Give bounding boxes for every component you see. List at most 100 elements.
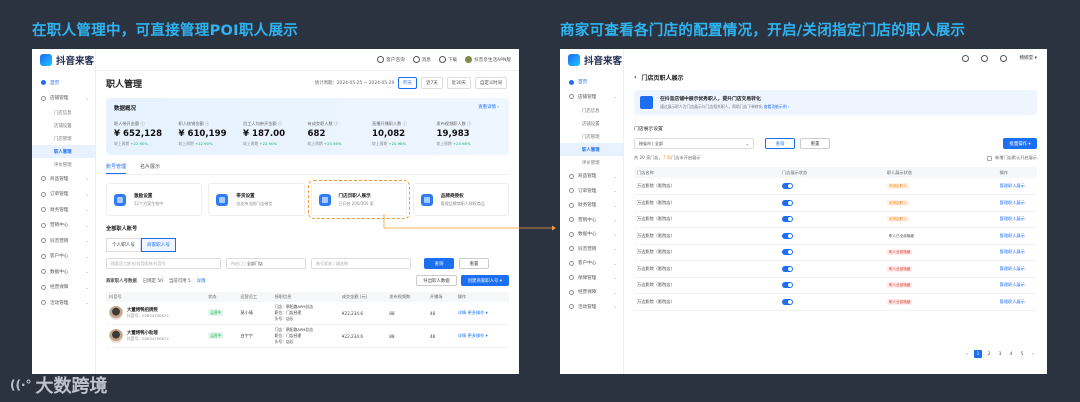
- user-menu[interactable]: 抖音亲生活APN版: [465, 56, 511, 63]
- back-arrow-icon[interactable]: ‹: [634, 74, 636, 81]
- segment-merchant[interactable]: 商家职人号: [140, 238, 176, 252]
- sidebar-sub-item[interactable]: 门店信息: [32, 106, 95, 119]
- example-link[interactable]: 查看功能示例 ›: [764, 104, 790, 109]
- manage-staff-link[interactable]: 管理职人展示: [1000, 282, 1025, 287]
- sidebar-item[interactable]: 客户中心 ⌄: [560, 256, 623, 271]
- sidebar-item[interactable]: 商品管理 ⌄: [32, 171, 95, 187]
- customer-service-button[interactable]: 客户咨询: [377, 56, 405, 63]
- manage-staff-link[interactable]: 管理职人展示: [1000, 200, 1025, 205]
- date-chip-custom[interactable]: 自定义时间: [475, 77, 507, 89]
- sidebar-item[interactable]: 抖音营销 ⌄: [32, 233, 95, 249]
- tab-account[interactable]: 账号管理: [106, 163, 127, 174]
- display-toggle[interactable]: [782, 199, 794, 206]
- sidebar-sub-item[interactable]: 评价管理: [560, 156, 623, 169]
- sidebar-sub-item[interactable]: 职人管理: [32, 145, 95, 158]
- sidebar-item[interactable]: 首页: [32, 75, 95, 91]
- staff-status-badge: 职人全部隐藏: [886, 249, 913, 256]
- date-chip-yesterday[interactable]: 昨天: [398, 77, 418, 89]
- search-input[interactable]: 搜索员工姓名/抖音昵称/抖音号: [106, 258, 221, 269]
- staff-cell: 白宁宁: [237, 324, 272, 348]
- sidebar-item[interactable]: 店铺管理 ⌄: [32, 91, 95, 107]
- manage-staff-link[interactable]: 管理职人展示: [1000, 249, 1025, 254]
- display-toggle[interactable]: [782, 265, 794, 272]
- date-chip-30d[interactable]: 近30天: [446, 77, 472, 89]
- feature-card[interactable]: 激励设置 32个方案生效中: [106, 183, 203, 216]
- manage-staff-link[interactable]: 管理职人展示: [1000, 233, 1025, 238]
- sidebar-sub-item[interactable]: 门店信息: [560, 104, 623, 117]
- display-toggle[interactable]: [782, 216, 794, 223]
- feature-card[interactable]: 带货设置 仅支持当前门店带货: [208, 183, 305, 216]
- display-toggle[interactable]: [782, 249, 794, 256]
- user-menu[interactable]: 杨婉莹 ▾: [1019, 55, 1037, 61]
- tab-bar: 账号管理 名片展示: [106, 163, 509, 175]
- page-item[interactable]: 2: [985, 350, 993, 358]
- manage-staff-link[interactable]: 管理职人展示: [1000, 266, 1025, 271]
- overview-more-link[interactable]: 查看详情 ›: [478, 104, 499, 110]
- page-item[interactable]: 1: [974, 350, 982, 358]
- stat-label: 职人带开金额 ⓘ: [114, 121, 145, 126]
- sidebar-sub-item[interactable]: 评价管理: [32, 158, 95, 171]
- create-account-button[interactable]: 创建商家职人号 ▾: [460, 275, 509, 286]
- manage-staff-link[interactable]: 管理职人展示: [1000, 216, 1025, 221]
- sidebar-sub-item[interactable]: 职人管理: [560, 143, 623, 156]
- notice-button[interactable]: 消息: [412, 56, 431, 63]
- manage-staff-link[interactable]: 管理职人展示: [1000, 183, 1025, 188]
- feature-card[interactable]: 门店页职人展示 已开启 200/300 家: [307, 180, 410, 219]
- row-actions[interactable]: 详情 更多操作 ▾: [458, 333, 488, 338]
- display-toggle[interactable]: [782, 282, 794, 289]
- export-button[interactable]: 导出职人数据: [416, 275, 457, 286]
- feature-card[interactable]: 品牌商授权 管理品牌商职人授权商品: [412, 183, 509, 216]
- sidebar-item[interactable]: 首页: [560, 75, 623, 90]
- sidebar-sub-item[interactable]: 店铺设置: [560, 117, 623, 130]
- segment-personal[interactable]: 个人职人号: [106, 238, 141, 252]
- page-item[interactable]: ›: [1029, 350, 1037, 358]
- sidebar-item[interactable]: 订单管理 ⌄: [32, 187, 95, 203]
- display-toggle[interactable]: [782, 298, 794, 305]
- sidebar-sub-item[interactable]: 门店管理: [560, 130, 623, 143]
- sidebar-item[interactable]: 店铺管理 ⌄: [560, 90, 623, 105]
- query-button[interactable]: 查询: [765, 138, 795, 149]
- sidebar-item[interactable]: 财务管理 ⌄: [560, 198, 623, 213]
- headset-icon[interactable]: [1000, 54, 1008, 62]
- sidebar-sub-item[interactable]: 门店管理: [32, 132, 95, 145]
- download-icon[interactable]: [962, 54, 970, 62]
- sidebar-item[interactable]: 保障管理 ⌄: [560, 271, 623, 286]
- reset-button[interactable]: 重置: [459, 258, 489, 269]
- sidebar-item[interactable]: 商品管理 ⌄: [560, 169, 623, 184]
- bell-icon[interactable]: [981, 54, 989, 62]
- default-open-checkbox[interactable]: [987, 155, 993, 161]
- manage-staff-link[interactable]: 管理职人展示: [1000, 299, 1025, 304]
- page-item[interactable]: 4: [1007, 350, 1015, 358]
- reset-button[interactable]: 重置: [800, 138, 830, 149]
- date-chip-7d[interactable]: 近7天: [421, 77, 443, 89]
- sidebar-item[interactable]: 经营保障 ⌄: [560, 285, 623, 300]
- region-select[interactable]: 按省市 | 全部 ⌄: [634, 138, 754, 149]
- stat-value: 682: [307, 129, 326, 139]
- display-toggle[interactable]: [782, 232, 794, 239]
- sidebar-item[interactable]: 财务管理 ⌄: [32, 202, 95, 218]
- display-toggle[interactable]: [782, 183, 794, 189]
- download-button[interactable]: 下载: [438, 56, 457, 63]
- page-item[interactable]: 3: [996, 350, 1004, 358]
- store-select[interactable]: 所在门 | 全部门店: [226, 258, 306, 269]
- sidebar-item[interactable]: 数据中心 ⌄: [32, 264, 95, 280]
- sidebar-item[interactable]: 经营保障 ⌄: [32, 280, 95, 296]
- row-actions[interactable]: 详情 更多操作 ▾: [458, 310, 488, 315]
- sidebar-item[interactable]: 抖音营销 ⌄: [560, 242, 623, 257]
- sidebar-item[interactable]: 活动管理 ⌄: [560, 300, 623, 315]
- logo-icon: [40, 54, 52, 66]
- sidebar-sub-item[interactable]: 店铺设置: [32, 119, 95, 132]
- sidebar-item[interactable]: 客户中心 ⌄: [32, 249, 95, 265]
- sidebar-item[interactable]: 数据中心 ⌄: [560, 227, 623, 242]
- page-item[interactable]: ‹: [963, 350, 971, 358]
- query-button[interactable]: 查询: [424, 258, 454, 269]
- batch-operation-button[interactable]: 批量操作 ▾: [1003, 138, 1037, 149]
- sidebar-item[interactable]: 营销中心 ⌄: [560, 213, 623, 228]
- detail-link[interactable]: 详情: [197, 278, 206, 284]
- status-select[interactable]: 账号状态 | 请选择: [311, 258, 411, 269]
- sidebar-item[interactable]: 订单管理 ⌄: [560, 184, 623, 199]
- sidebar-item[interactable]: 活动管理 ⌄: [32, 295, 95, 311]
- sidebar-item[interactable]: 营销中心 ⌄: [32, 218, 95, 234]
- tab-card[interactable]: 名片展示: [140, 163, 160, 174]
- page-item[interactable]: 5: [1018, 350, 1026, 358]
